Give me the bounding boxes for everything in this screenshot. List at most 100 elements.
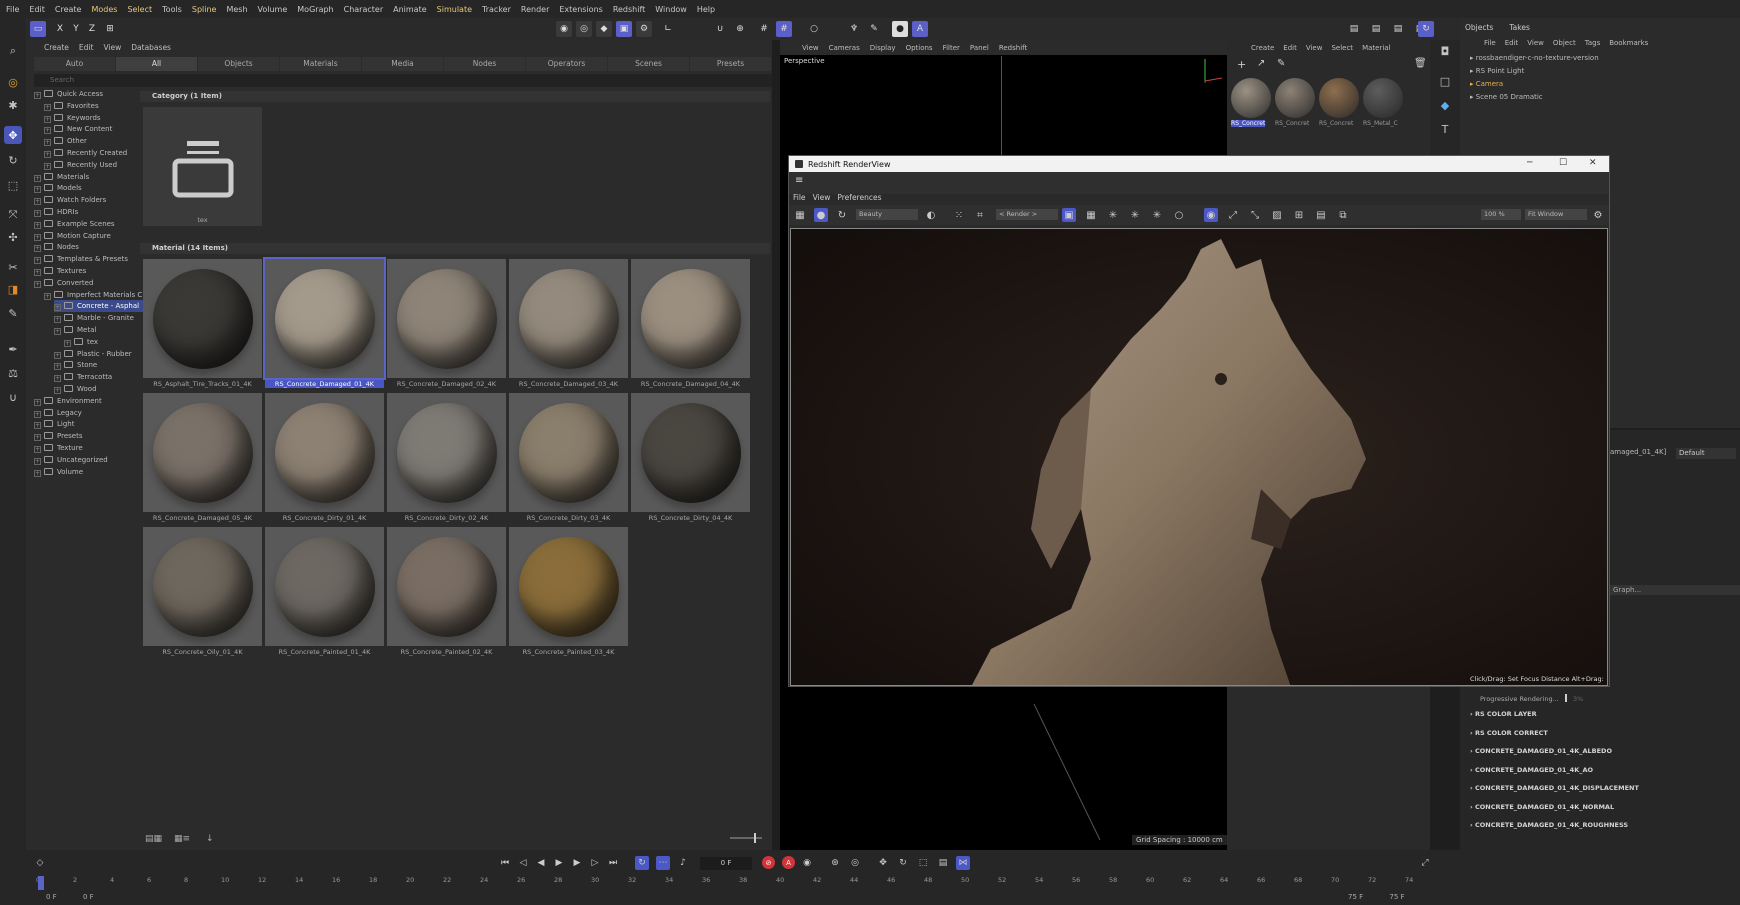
- cube-view-icon[interactable]: ◆: [1436, 96, 1454, 114]
- menu-item-mesh[interactable]: Mesh: [226, 5, 247, 14]
- brush-icon[interactable]: ✎: [4, 304, 22, 322]
- menu-item-spline[interactable]: Spline: [192, 5, 217, 14]
- objects-menu-file[interactable]: File: [1484, 39, 1496, 47]
- objects-menu-bookmarks[interactable]: Bookmarks: [1609, 39, 1648, 47]
- tab-scenes[interactable]: Scenes: [608, 57, 689, 71]
- snapshot-icon[interactable]: ▤: [1314, 208, 1328, 222]
- pen-icon[interactable]: ✒: [4, 340, 22, 358]
- sculpt-icon[interactable]: ♆: [846, 21, 862, 37]
- attr-layer-row[interactable]: › RS COLOR CORRECT: [1470, 729, 1548, 737]
- expand-icon[interactable]: +: [34, 269, 41, 276]
- goto-end-icon[interactable]: ⏭: [606, 856, 620, 870]
- category-tile[interactable]: tex: [143, 107, 262, 232]
- grid-icon[interactable]: #: [756, 21, 772, 37]
- tree-item[interactable]: + Stone: [54, 359, 144, 371]
- tree-item[interactable]: + Light: [34, 418, 144, 430]
- layout-1-icon[interactable]: ▤: [1346, 21, 1362, 37]
- render-dropdown[interactable]: < Render >: [996, 209, 1058, 220]
- view-list-icon[interactable]: ▤▦: [145, 834, 162, 844]
- trash-icon[interactable]: 🗑: [1414, 58, 1427, 69]
- mm-menu-edit[interactable]: Edit: [1283, 44, 1297, 52]
- search-icon[interactable]: ⌕: [4, 42, 22, 60]
- tree-item[interactable]: + Imperfect Materials C: [44, 289, 144, 301]
- render-view-icon[interactable]: ◎: [576, 21, 592, 37]
- material-swatch[interactable]: [1363, 78, 1403, 118]
- tree-item[interactable]: + Presets: [34, 430, 144, 442]
- expand-icon[interactable]: +: [54, 316, 61, 324]
- menu-item-animate[interactable]: Animate: [393, 5, 427, 14]
- expand-icon[interactable]: +: [44, 292, 51, 300]
- settings-gear-icon[interactable]: ⚙: [1591, 208, 1605, 222]
- key-move-icon[interactable]: ✥: [876, 856, 890, 870]
- menu-item-help[interactable]: Help: [697, 5, 715, 14]
- material-tile[interactable]: RS_Asphalt_Tire_Tracks_01_4K: [143, 259, 262, 393]
- crop-icon[interactable]: ⌗: [973, 208, 987, 222]
- redshift-logo-icon[interactable]: ●: [892, 21, 908, 37]
- key-pla-icon[interactable]: ⋈: [956, 856, 970, 870]
- tree-item[interactable]: + Volume: [34, 466, 144, 478]
- arrow-icon[interactable]: ↗: [1257, 58, 1265, 69]
- download-icon[interactable]: ↓: [206, 834, 214, 844]
- maximize-icon[interactable]: ☐: [1559, 158, 1567, 168]
- tree-item[interactable]: + Concrete - Asphal: [54, 300, 144, 313]
- attr-layer-row[interactable]: › CONCRETE_DAMAGED_01_4K_ALBEDO: [1470, 747, 1612, 755]
- expand-icon[interactable]: +: [34, 469, 41, 477]
- clapper-icon[interactable]: ▦: [793, 208, 807, 222]
- asset-menu-edit[interactable]: Edit: [79, 43, 94, 52]
- zoom-slider[interactable]: [730, 833, 762, 843]
- objects-menu-view[interactable]: View: [1527, 39, 1544, 47]
- material-header[interactable]: Material (14 Items): [140, 243, 770, 254]
- material-tile[interactable]: RS_Concrete_Damaged_04_4K: [631, 259, 750, 393]
- edit-render-settings-icon[interactable]: ▣: [616, 21, 632, 37]
- tree-item[interactable]: + Favorites: [44, 100, 144, 112]
- expand-icon[interactable]: +: [34, 92, 41, 99]
- tree-item[interactable]: + Plastic - Rubber: [54, 348, 144, 360]
- autokey-icon[interactable]: A: [782, 856, 795, 869]
- hamburger-menu-icon[interactable]: ≡: [795, 175, 803, 186]
- prev-key-icon[interactable]: ◁: [516, 856, 530, 870]
- expand-icon[interactable]: +: [34, 446, 41, 453]
- next-key-icon[interactable]: ▷: [588, 856, 602, 870]
- ipr-icon[interactable]: ●: [814, 208, 828, 222]
- menu-item-modes[interactable]: Modes: [91, 5, 117, 14]
- grid-render-icon[interactable]: ▦: [1084, 208, 1098, 222]
- material-tile[interactable]: RS_Concrete_Damaged_05_4K: [143, 393, 262, 527]
- axis-y-icon[interactable]: Y: [68, 21, 84, 37]
- channel-icon[interactable]: ◐: [924, 208, 938, 222]
- mm-menu-create[interactable]: Create: [1251, 44, 1274, 52]
- snowflake-3-icon[interactable]: ✳: [1150, 208, 1164, 222]
- snapshot-add-icon[interactable]: ⊞: [1292, 208, 1306, 222]
- tree-item[interactable]: + Marble - Granite: [54, 312, 144, 324]
- scale-icon[interactable]: ⬚: [4, 176, 22, 194]
- material-tile[interactable]: RS_Concrete_Damaged_01_4K: [263, 257, 386, 393]
- viewport-menu-panel[interactable]: Panel: [970, 44, 989, 52]
- expand-icon[interactable]: +: [34, 210, 41, 217]
- expand-icon[interactable]: +: [44, 139, 51, 147]
- transform-icon[interactable]: ⤧: [4, 206, 22, 224]
- aov-dropdown[interactable]: Beauty: [856, 209, 918, 220]
- expand-icon[interactable]: +: [34, 198, 41, 206]
- add-icon[interactable]: +: [1237, 58, 1246, 71]
- renderview-menu-preferences[interactable]: Preferences: [837, 193, 881, 204]
- tree-item[interactable]: + Legacy: [34, 407, 144, 419]
- viewport-menu-filter[interactable]: Filter: [943, 44, 960, 52]
- image-icon[interactable]: ▨: [1270, 208, 1284, 222]
- tree-item[interactable]: + Metal: [54, 324, 144, 336]
- tab-media[interactable]: Media: [362, 57, 443, 71]
- material-tile[interactable]: RS_Concrete_Dirty_04_4K: [631, 393, 750, 527]
- tree-item[interactable]: + Models: [34, 182, 144, 194]
- tab-materials[interactable]: Materials: [280, 57, 361, 71]
- menu-item-select[interactable]: Select: [127, 5, 152, 14]
- cube-icon[interactable]: ◆: [596, 21, 612, 37]
- tree-item[interactable]: + Terracotta: [54, 371, 144, 383]
- expand-icon[interactable]: +: [44, 162, 51, 170]
- undo-view-icon[interactable]: ▭: [30, 21, 46, 37]
- paint-icon[interactable]: ✎: [866, 21, 882, 37]
- tab-presets[interactable]: Presets: [690, 57, 771, 71]
- expand-icon[interactable]: +: [34, 280, 41, 288]
- render-image[interactable]: [790, 228, 1608, 686]
- timeline-ruler[interactable]: 0246810121416182022242628303234363840424…: [36, 876, 1426, 890]
- material-tile[interactable]: RS_Concrete_Painted_01_4K: [265, 527, 384, 661]
- material-tile[interactable]: RS_Concrete_Dirty_03_4K: [509, 393, 628, 527]
- material-tile[interactable]: RS_Concrete_Dirty_01_4K: [265, 393, 384, 527]
